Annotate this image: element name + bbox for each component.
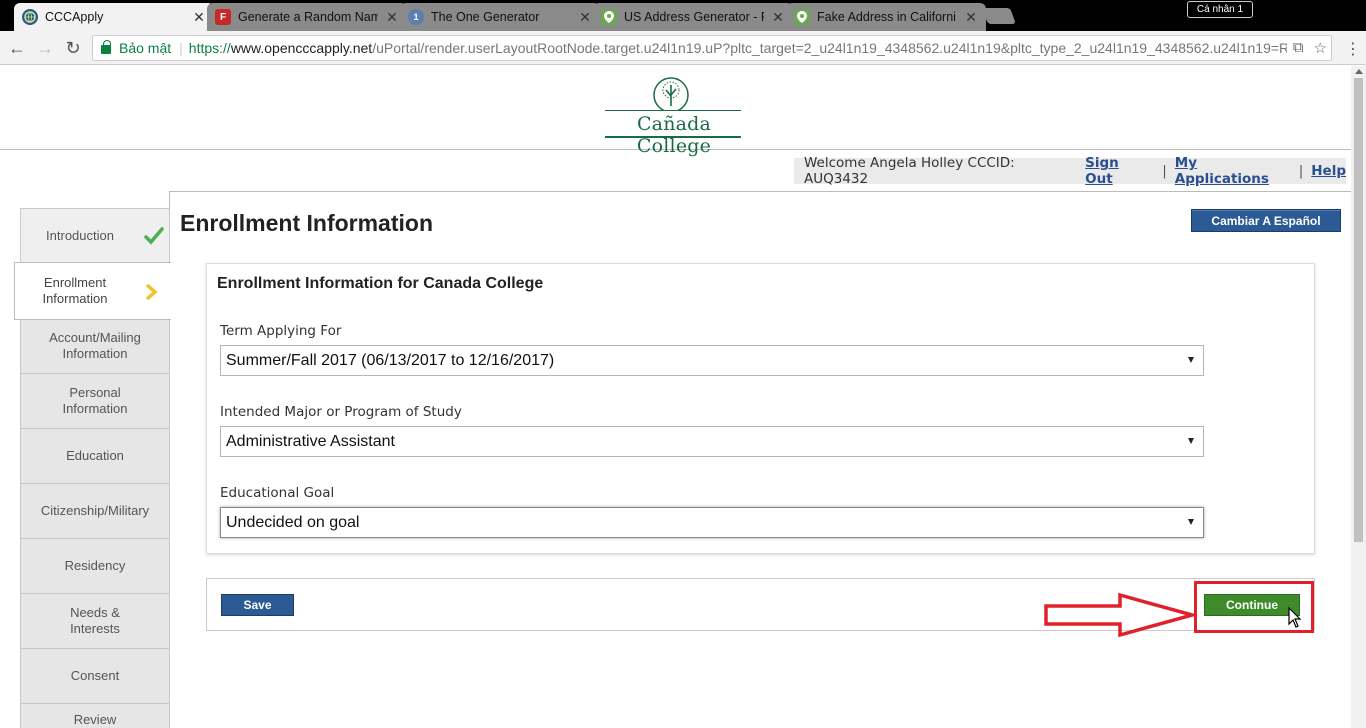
nav-item-label: Introduction xyxy=(46,228,114,243)
nav-item-label: Education xyxy=(66,448,124,463)
map-pin-icon xyxy=(794,9,810,25)
nav-item-residency[interactable]: Residency xyxy=(20,538,170,594)
close-icon[interactable]: ✕ xyxy=(385,9,399,26)
goal-select[interactable]: Undecided on goal xyxy=(220,507,1204,538)
translate-icon[interactable]: ⧉ xyxy=(1293,39,1304,57)
tree-icon xyxy=(653,77,689,110)
close-icon[interactable]: ✕ xyxy=(964,9,978,26)
divider: | xyxy=(179,40,183,56)
my-applications-link[interactable]: My Applications xyxy=(1175,155,1291,187)
nav-item-account-mailing[interactable]: Account/Mailing Information xyxy=(20,318,170,374)
dropdown-arrow-icon xyxy=(1188,519,1194,525)
term-label: Term Applying For xyxy=(220,323,342,339)
site-header: Cañada College xyxy=(0,66,1351,157)
address-bar: ← → ↻ Bảo mật | https:// www.opencccappl… xyxy=(0,31,1366,65)
nav-item-label: Consent xyxy=(70,668,120,683)
divider: | xyxy=(1298,163,1304,179)
scroll-thumb[interactable] xyxy=(1354,78,1363,542)
nav-item-label: Needs & Interests xyxy=(70,605,120,636)
goal-select-value: Undecided on goal xyxy=(226,513,360,531)
new-tab-button[interactable] xyxy=(982,8,1016,24)
term-select-value: Summer/Fall 2017 (06/13/2017 to 12/16/20… xyxy=(226,351,555,369)
nav-item-label: Account/Mailing Information xyxy=(49,330,141,361)
tab-cccapply[interactable]: CCCApply ✕ xyxy=(14,3,214,31)
major-label: Intended Major or Program of Study xyxy=(220,404,462,420)
logo-text: Cañada College xyxy=(636,113,712,157)
web-page: Cañada College Welcome Angela Holley CCC… xyxy=(0,66,1351,728)
lock-icon xyxy=(101,40,111,54)
tab-us-address[interactable]: US Address Generator - F ✕ xyxy=(593,3,793,31)
annotation-arrow xyxy=(1044,592,1196,638)
f-logo-icon: F xyxy=(215,9,231,25)
map-pin-icon xyxy=(601,9,617,25)
logo-rule xyxy=(605,110,741,111)
close-icon[interactable]: ✕ xyxy=(771,9,785,26)
nav-item-needs-interests[interactable]: Needs & Interests xyxy=(20,593,170,649)
globe-icon xyxy=(22,9,38,25)
tab-title: Fake Address in Californi xyxy=(817,10,956,24)
nav-item-personal-information[interactable]: Personal Information xyxy=(20,373,170,429)
enrollment-form: Enrollment Information for Canada Colleg… xyxy=(206,263,1315,554)
nav-item-review[interactable]: Review xyxy=(20,703,170,728)
star-icon[interactable]: ☆ xyxy=(1314,39,1327,57)
nav-item-consent[interactable]: Consent xyxy=(20,648,170,704)
tab-one-generator[interactable]: 1 The One Generator ✕ xyxy=(400,3,600,31)
nav-item-citizenship-military[interactable]: Citizenship/Military xyxy=(20,483,170,539)
nav-item-label: Personal Information xyxy=(62,385,128,416)
major-select[interactable]: Administrative Assistant xyxy=(220,426,1204,457)
nav-item-label: Enrollment Information xyxy=(42,275,108,306)
nav-item-enrollment-information[interactable]: Enrollment Information xyxy=(14,262,171,320)
mouse-cursor-icon xyxy=(1288,607,1302,628)
dropdown-arrow-icon xyxy=(1188,438,1194,444)
more-menu-icon[interactable]: ⋮ xyxy=(1345,39,1361,59)
omnibox-actions: ⧉ ☆ xyxy=(1286,39,1327,57)
tab-title: The One Generator xyxy=(431,10,540,24)
tab-random-name[interactable]: F Generate a Random Nam ✕ xyxy=(207,3,407,31)
page-title: Enrollment Information xyxy=(180,210,433,236)
nav-item-introduction[interactable]: Introduction xyxy=(20,208,170,264)
user-bar: Welcome Angela Holley CCCID: AUQ3432 Sig… xyxy=(794,155,1346,187)
nav-item-label: Review xyxy=(73,712,117,727)
tab-title: US Address Generator - F xyxy=(624,10,764,24)
forward-arrow-icon[interactable]: → xyxy=(34,37,56,59)
url-host: www.opencccapply.net xyxy=(230,40,373,56)
welcome-text: Welcome Angela Holley CCCID: AUQ3432 xyxy=(804,155,1015,187)
url-protocol: https:// xyxy=(188,40,231,56)
nav-item-label: Residency xyxy=(64,558,126,573)
term-select[interactable]: Summer/Fall 2017 (06/13/2017 to 12/16/20… xyxy=(220,345,1204,376)
browser-tab-bar: CCCApply ✕ F Generate a Random Nam ✕ 1 T… xyxy=(0,0,1366,31)
chevron-right-icon xyxy=(145,283,158,301)
back-arrow-icon[interactable]: ← xyxy=(6,37,28,59)
profile-button[interactable]: Cá nhân 1 xyxy=(1187,1,1253,18)
goal-label: Educational Goal xyxy=(220,485,335,501)
help-link[interactable]: Help xyxy=(1311,163,1346,179)
college-logo[interactable]: Cañada College xyxy=(604,76,744,157)
save-button[interactable]: Save xyxy=(221,594,294,616)
major-select-value: Administrative Assistant xyxy=(226,432,395,450)
scroll-up-icon[interactable] xyxy=(1355,69,1363,74)
check-icon xyxy=(144,227,164,245)
logo-rule xyxy=(605,136,741,138)
dropdown-arrow-icon xyxy=(1188,357,1194,363)
close-icon[interactable]: ✕ xyxy=(578,9,592,26)
secure-label: Bảo mật xyxy=(119,40,172,56)
reload-icon[interactable]: ↻ xyxy=(62,37,84,59)
tab-fake-address[interactable]: Fake Address in Californi ✕ xyxy=(786,3,986,31)
nav-item-education[interactable]: Education xyxy=(20,428,170,484)
close-icon[interactable]: ✕ xyxy=(192,9,206,26)
circle-one-icon: 1 xyxy=(408,9,424,25)
nav-item-label: Citizenship/Military xyxy=(40,503,150,518)
language-toggle-button[interactable]: Cambiar A Español xyxy=(1191,209,1341,232)
tab-title: Generate a Random Nam xyxy=(238,10,378,24)
form-heading: Enrollment Information for Canada Colleg… xyxy=(217,275,544,292)
divider: | xyxy=(1162,163,1167,179)
url-path: /uPortal/render.userLayoutRootNode.targe… xyxy=(372,40,1290,56)
tab-title: CCCApply xyxy=(45,10,104,24)
sign-out-link[interactable]: Sign Out xyxy=(1085,155,1148,187)
page-scrollbar[interactable] xyxy=(1351,66,1366,728)
url-input[interactable]: Bảo mật | https:// www.opencccapply.net … xyxy=(92,35,1332,61)
